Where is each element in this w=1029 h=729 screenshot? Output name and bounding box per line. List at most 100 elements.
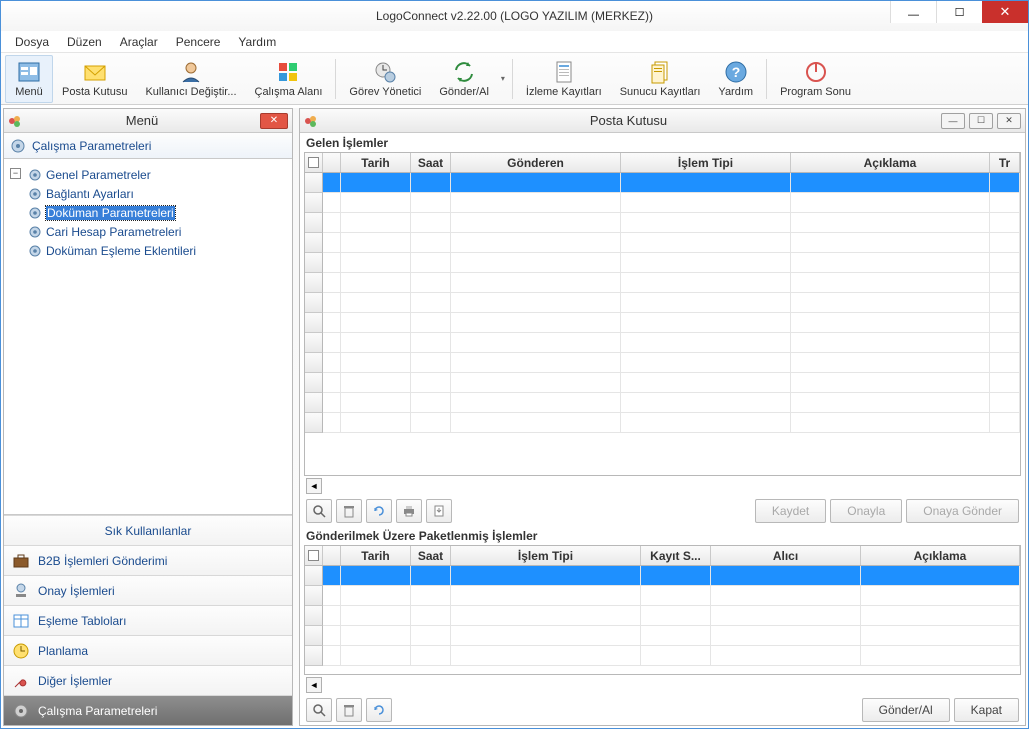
- save-button[interactable]: Kaydet: [755, 499, 826, 523]
- delete-button[interactable]: [336, 499, 362, 523]
- col-icon[interactable]: [323, 546, 341, 565]
- table-row[interactable]: [305, 646, 1020, 666]
- mailbox-maximize[interactable]: ☐: [969, 113, 993, 129]
- tool-switch-user[interactable]: Kullanıcı Değiştir...: [136, 55, 245, 103]
- nav-mapping[interactable]: Eşleme Tabloları: [4, 605, 292, 635]
- menu-file[interactable]: Dosya: [7, 33, 57, 51]
- tree-node[interactable]: Cari Hesap Parametreleri: [26, 223, 288, 241]
- select-all-checkbox[interactable]: [308, 157, 319, 168]
- col-saat[interactable]: Saat: [411, 546, 451, 565]
- nav-approval[interactable]: Onay İşlemleri: [4, 575, 292, 605]
- table-row[interactable]: [305, 293, 1020, 313]
- mailbox-close[interactable]: ✕: [997, 113, 1021, 129]
- col-icon[interactable]: [323, 153, 341, 172]
- scroll-left-button[interactable]: ◄: [306, 478, 322, 494]
- refresh-button[interactable]: [366, 499, 392, 523]
- nav-favorites[interactable]: Sık Kullanılanlar: [4, 515, 292, 545]
- table-row[interactable]: [305, 393, 1020, 413]
- table-row[interactable]: [305, 193, 1020, 213]
- menu-edit[interactable]: Düzen: [59, 33, 110, 51]
- mailbox-minimize[interactable]: —: [941, 113, 965, 129]
- tool-workspace[interactable]: Çalışma Alanı: [246, 55, 332, 103]
- delete-button[interactable]: [336, 698, 362, 722]
- tree-node[interactable]: Doküman Eşleme Eklentileri: [26, 242, 288, 260]
- tool-mailbox-label: Posta Kutusu: [62, 86, 127, 98]
- nav-other[interactable]: Diğer İşlemler: [4, 665, 292, 695]
- close-mailbox-button[interactable]: Kapat: [954, 698, 1019, 722]
- menu-tools[interactable]: Araçlar: [112, 33, 166, 51]
- search-icon: [312, 703, 326, 717]
- table-row[interactable]: [305, 313, 1020, 333]
- table-row[interactable]: [305, 353, 1020, 373]
- table-row[interactable]: [305, 213, 1020, 233]
- table-row[interactable]: [305, 373, 1020, 393]
- tool-help[interactable]: ? Yardım: [709, 55, 762, 103]
- outgoing-grid[interactable]: Tarih Saat İşlem Tipi Kayıt S... Alıcı A…: [304, 545, 1021, 675]
- tree-node[interactable]: Bağlantı Ayarları: [26, 185, 288, 203]
- col-alici[interactable]: Alıcı: [711, 546, 861, 565]
- select-all-checkbox[interactable]: [308, 550, 319, 561]
- refresh-button[interactable]: [366, 698, 392, 722]
- table-row[interactable]: [305, 566, 1020, 586]
- tool-send-receive[interactable]: Gönder/Al: [430, 55, 498, 103]
- maximize-button[interactable]: [936, 1, 982, 23]
- table-row[interactable]: [305, 273, 1020, 293]
- table-row[interactable]: [305, 586, 1020, 606]
- nav-planning[interactable]: Planlama: [4, 635, 292, 665]
- table-row[interactable]: [305, 413, 1020, 433]
- app-icon: [8, 113, 24, 129]
- tree-node[interactable]: Doküman Parametreleri: [26, 204, 288, 222]
- col-saat[interactable]: Saat: [411, 153, 451, 172]
- table-row[interactable]: [305, 233, 1020, 253]
- col-tr[interactable]: Tr: [990, 153, 1020, 172]
- tool-exit-label: Program Sonu: [780, 86, 851, 98]
- nav-settings-label: Çalışma Parametreleri: [38, 704, 157, 718]
- search-button[interactable]: [306, 698, 332, 722]
- approve-button[interactable]: Onayla: [830, 499, 902, 523]
- nav-b2b[interactable]: B2B İşlemleri Gönderimi: [4, 545, 292, 575]
- col-kayit[interactable]: Kayıt S...: [641, 546, 711, 565]
- export-button[interactable]: [426, 499, 452, 523]
- table-row[interactable]: [305, 173, 1020, 193]
- menu-window[interactable]: Pencere: [168, 33, 229, 51]
- close-button[interactable]: [982, 1, 1028, 23]
- send-receive-button[interactable]: Gönder/Al: [862, 698, 950, 722]
- outgoing-buttons: Gönder/Al Kapat: [300, 695, 1025, 725]
- send-approval-button[interactable]: Onaya Gönder: [906, 499, 1019, 523]
- print-button[interactable]: [396, 499, 422, 523]
- tool-trace-log[interactable]: İzleme Kayıtları: [517, 55, 611, 103]
- col-aciklama[interactable]: Açıklama: [791, 153, 990, 172]
- search-button[interactable]: [306, 499, 332, 523]
- col-tip[interactable]: İşlem Tipi: [451, 546, 641, 565]
- tree-toggle[interactable]: −: [10, 168, 21, 179]
- table-row[interactable]: [305, 606, 1020, 626]
- tool-send-receive-dropdown[interactable]: ▾: [498, 55, 508, 103]
- table-row[interactable]: [305, 333, 1020, 353]
- col-aciklama[interactable]: Açıklama: [861, 546, 1020, 565]
- tool-server-log[interactable]: Sunucu Kayıtları: [611, 55, 710, 103]
- menu-help[interactable]: Yardım: [230, 33, 284, 51]
- incoming-grid[interactable]: Tarih Saat Gönderen İşlem Tipi Açıklama …: [304, 152, 1021, 476]
- col-tarih[interactable]: Tarih: [341, 153, 411, 172]
- menu-category-header[interactable]: Çalışma Parametreleri: [4, 133, 292, 159]
- col-tarih[interactable]: Tarih: [341, 546, 411, 565]
- mailbox-panel: Posta Kutusu — ☐ ✕ Gelen İşlemler Tarih …: [299, 108, 1026, 726]
- tool-mailbox[interactable]: Posta Kutusu: [53, 55, 136, 103]
- scroll-left-button[interactable]: ◄: [306, 677, 322, 693]
- table-row[interactable]: [305, 626, 1020, 646]
- incoming-grid-header: Tarih Saat Gönderen İşlem Tipi Açıklama …: [305, 153, 1020, 173]
- tool-exit[interactable]: Program Sonu: [771, 55, 860, 103]
- table-row[interactable]: [305, 253, 1020, 273]
- minimize-button[interactable]: [890, 1, 936, 23]
- trash-icon: [342, 703, 356, 717]
- scroll-track[interactable]: [326, 478, 1019, 494]
- col-tip[interactable]: İşlem Tipi: [621, 153, 791, 172]
- menu-panel-close[interactable]: [260, 113, 288, 129]
- tool-menu[interactable]: Menü: [5, 55, 53, 103]
- tool-task-manager[interactable]: Görev Yönetici: [340, 55, 430, 103]
- col-gonderen[interactable]: Gönderen: [451, 153, 621, 172]
- scroll-track[interactable]: [326, 677, 1019, 693]
- nav-settings[interactable]: Çalışma Parametreleri: [4, 695, 292, 725]
- tree-node[interactable]: Genel Parametreler: [26, 166, 288, 184]
- nav-planning-label: Planlama: [38, 644, 88, 658]
